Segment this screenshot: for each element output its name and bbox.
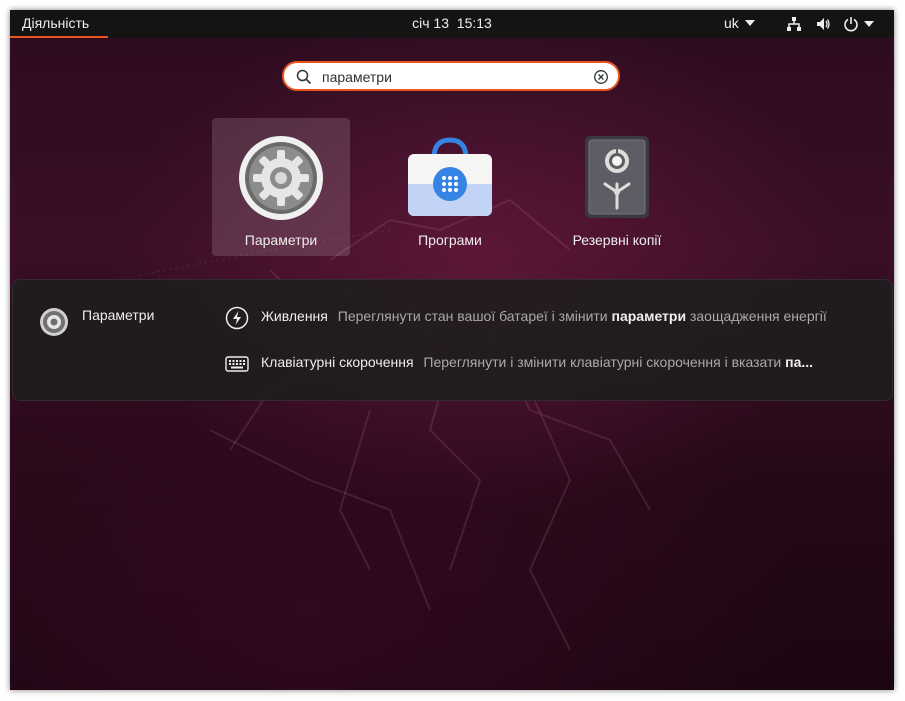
power-icon[interactable] [843, 16, 859, 32]
result-text: Клавіатурні скорочення Переглянути і змі… [261, 354, 883, 370]
result-description: Переглянути стан вашої батареї і змінити… [338, 308, 827, 324]
network-icon[interactable] [786, 16, 802, 32]
search-icon [296, 69, 312, 85]
chevron-down-icon [744, 20, 755, 26]
result-highlight: параметри [611, 308, 687, 324]
activities-button[interactable]: Діяльність [10, 10, 108, 38]
clear-icon[interactable] [593, 69, 609, 85]
search-results-panel: Параметри Живлення Переглянути стан вашо… [12, 279, 893, 401]
app-software[interactable]: Програми [381, 118, 519, 256]
settings-provider-icon[interactable] [39, 307, 69, 337]
app-label: Резервні копії [572, 232, 662, 248]
result-description-tail: заощадження енергії [689, 308, 827, 324]
app-backups[interactable]: Резервні копії [548, 118, 686, 256]
search-input[interactable] [322, 67, 582, 87]
clock: січ 13 15:13 [10, 10, 894, 36]
result-item-power[interactable]: Живлення Переглянути стан вашої батареї … [223, 304, 883, 332]
clock-time: 15:13 [456, 15, 492, 31]
clock-button[interactable]: січ 13 15:13 [412, 15, 492, 31]
power-bolt-icon [225, 306, 249, 330]
result-item-keyboard-shortcuts[interactable]: Клавіатурні скорочення Переглянути і змі… [223, 350, 883, 378]
search-entry[interactable] [282, 61, 620, 91]
desktop-overview: Діяльність січ 13 15:13 uk параметри Пар… [10, 10, 894, 690]
result-title: Живлення [261, 308, 328, 324]
result-description: Переглянути і змінити клавіатурні скороч… [423, 354, 813, 370]
top-bar: Діяльність січ 13 15:13 uk [10, 10, 894, 38]
app-label: Програми [418, 232, 482, 248]
clock-date: січ 13 [412, 15, 450, 31]
software-store-bag-icon [408, 137, 492, 216]
language-label: uk [724, 15, 739, 31]
provider-name[interactable]: Параметри [82, 307, 154, 323]
language-selector[interactable]: uk [724, 10, 755, 36]
result-highlight: па... [785, 354, 814, 370]
system-menu-arrow-icon[interactable] [864, 21, 874, 27]
result-text: Живлення Переглянути стан вашої батареї … [261, 308, 883, 324]
app-settings[interactable]: Параметри [212, 118, 350, 256]
keyboard-icon [225, 356, 249, 372]
volume-icon[interactable] [815, 16, 831, 32]
result-title: Клавіатурні скорочення [261, 354, 414, 370]
backup-safe-icon [585, 136, 649, 218]
app-label: Параметри [244, 232, 318, 248]
result-description-text: Переглянути і змінити клавіатурні скороч… [423, 354, 782, 370]
settings-gear-icon [239, 136, 323, 220]
result-description-text: Переглянути стан вашої батареї і змінити [337, 308, 608, 324]
